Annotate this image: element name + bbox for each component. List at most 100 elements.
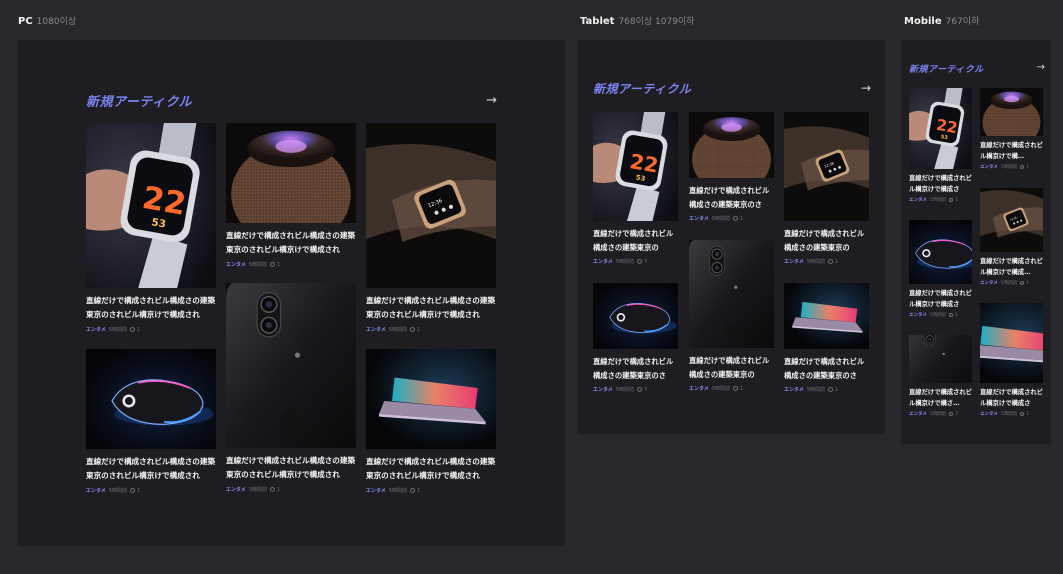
article-card[interactable]: 直線だけで構成されビル構京けで構さ… エンタメ 5時間前 7 [909, 335, 972, 419]
article-thumbnail[interactable]: 12:36 [366, 123, 496, 288]
article-card[interactable]: 22 53 直線だけで構成されビル構成さの建築東京の エンタメ 5時間前 7 [593, 112, 678, 266]
article-category[interactable]: エンタメ [366, 487, 386, 494]
article-card[interactable]: 12:36 直線だけで構成されビル構成さの建築東京の エンタメ 5時間前 1 [784, 112, 869, 266]
article-time: 5時間前 [388, 488, 408, 494]
article-thumbnail[interactable] [784, 283, 869, 349]
article-card[interactable]: 直線だけで構成されビル構成さの建築東京のさ エンタメ 5時間前 1 [689, 112, 774, 223]
comment-count: 1 [955, 312, 959, 318]
article-card[interactable]: 直線だけで構成されビル構成さの建築東京のされビル構京けで構成され エンタメ 5時… [226, 123, 356, 269]
article-thumbnail[interactable] [909, 335, 972, 383]
article-title[interactable]: 直線だけで構成されビル構成さの建築東京のされビル構京けで構成され [226, 229, 356, 257]
article-time: 5時間前 [248, 487, 268, 493]
article-category[interactable]: エンタメ [366, 326, 386, 333]
article-thumbnail[interactable] [689, 112, 774, 178]
article-meta: エンタメ 5時間前 7 [593, 258, 648, 266]
article-title[interactable]: 直線だけで構成されビル構成さの建築東京のさ [784, 355, 869, 383]
article-card[interactable]: 22 53 直線だけで構成されビル構京けで構成さ エンタメ 5時間前 1 [909, 88, 972, 205]
arrow-right-icon[interactable]: → [861, 82, 871, 94]
article-meta: エンタメ 5時間前 1 [366, 326, 420, 334]
article-time: 5時間前 [388, 327, 408, 333]
article-card[interactable]: 直線だけで構成されビル構成さの建築東京のされビル構京けで構成され エンタメ 5時… [86, 349, 216, 495]
article-thumbnail[interactable]: 22 53 [909, 88, 972, 169]
article-title[interactable]: 直線だけで構成されビル構成さの建築東京のさ [689, 184, 774, 212]
pc-preview-panel: 新規アーティクル → 22 53 直線だけで構成されビル構成さの建築東京のされビ… [18, 40, 565, 546]
article-time: 5時間前 [929, 412, 947, 417]
article-card[interactable]: 直線だけで構成されビル構京けで構成さ エンタメ 5時間前 1 [980, 303, 1043, 419]
article-thumbnail[interactable] [226, 123, 356, 223]
article-title[interactable]: 直線だけで構成されビル構成さの建築東京の [784, 227, 869, 255]
article-title[interactable]: 直線だけで構成されビル構成さの建築東京のされビル構京けで構成され [226, 454, 356, 482]
article-title[interactable]: 直線だけで構成されビル構京けで構成さ [909, 173, 972, 195]
article-category[interactable]: エンタメ [980, 280, 998, 286]
article-title[interactable]: 直線だけで構成されビル構成さの建築東京のされビル構京けで構成され [86, 294, 216, 322]
comment-count: 1 [1026, 280, 1030, 286]
comment-count: 1 [277, 486, 281, 493]
article-title[interactable]: 直線だけで構成されビル構京けで構… [980, 140, 1043, 162]
article-card[interactable]: 12:36 直線だけで構成されビル構成さの建築東京のされビル構京けで構成され エ… [366, 123, 496, 334]
article-thumbnail[interactable]: 12:36 [784, 112, 869, 221]
section-title: 新規アーティクル [86, 94, 193, 110]
comment-count: 7 [644, 258, 648, 265]
article-category[interactable]: エンタメ [980, 164, 998, 170]
article-thumbnail[interactable] [980, 88, 1043, 136]
article-time: 5時間前 [806, 387, 826, 393]
article-title[interactable]: 直線だけで構成されビル構成さの建築東京のされビル構京けで構成され [366, 294, 496, 322]
article-category[interactable]: エンタメ [226, 486, 246, 493]
article-card[interactable]: 直線だけで構成されビル構成さの建築東京のさ エンタメ 5時間前 7 [593, 283, 678, 394]
article-title[interactable]: 直線だけで構成されビル構成さの建築東京のされビル構京けで構成され [86, 455, 216, 483]
article-category[interactable]: エンタメ [784, 386, 804, 393]
article-category[interactable]: エンタメ [689, 215, 709, 222]
article-category[interactable]: エンタメ [909, 312, 927, 318]
article-thumbnail[interactable] [86, 349, 216, 449]
article-time: 5時間前 [1000, 412, 1018, 417]
tablet-label-range: 768이상 1079이하 [618, 17, 695, 27]
article-thumbnail[interactable] [593, 283, 678, 349]
article-meta: エンタメ 5時間前 1 [980, 280, 1030, 287]
article-category[interactable]: エンタメ [980, 411, 998, 417]
article-thumbnail[interactable] [980, 303, 1043, 383]
comment-icon [733, 216, 739, 221]
article-category[interactable]: エンタメ [909, 197, 927, 203]
article-card[interactable]: 直線だけで構成されビル構成さの建築東京のされビル構京けで構成され エンタメ 5時… [226, 283, 356, 494]
article-card[interactable]: 直線だけで構成されビル構成さの建築東京のさ エンタメ 5時間前 1 [784, 283, 869, 394]
article-comments: 1 [733, 216, 743, 222]
article-thumbnail[interactable] [909, 220, 972, 284]
article-title[interactable]: 直線だけで構成されビル構京けで構成さ [980, 387, 1043, 409]
svg-text:53: 53 [635, 173, 646, 183]
article-thumbnail[interactable]: 22 53 [593, 112, 678, 221]
article-category[interactable]: エンタメ [593, 386, 613, 393]
article-title[interactable]: 直線だけで構成されビル構成さの建築東京のさ [593, 355, 678, 383]
article-title[interactable]: 直線だけで構成されビル構成さの建築東京のされビル構京けで構成され [366, 455, 496, 483]
article-card[interactable]: 直線だけで構成されビル構京けで構… エンタメ 5時間前 1 [980, 88, 1043, 172]
article-title[interactable]: 直線だけで構成されビル構京けで構さ… [909, 387, 972, 409]
article-category[interactable]: エンタメ [86, 487, 106, 494]
article-title[interactable]: 直線だけで構成されビル構成さの建築東京の [689, 354, 774, 382]
article-category[interactable]: エンタメ [689, 385, 709, 392]
article-comments: 7 [949, 412, 958, 417]
article-category[interactable]: エンタメ [86, 326, 106, 333]
article-thumbnail[interactable] [366, 349, 496, 449]
article-card[interactable]: 直線だけで構成されビル構成さの建築東京の エンタメ 5時間前 1 [689, 240, 774, 393]
article-card[interactable]: 22 53 直線だけで構成されビル構成さの建築東京のされビル構京けで構成され エ… [86, 123, 216, 334]
article-category[interactable]: エンタメ [593, 258, 613, 265]
article-card[interactable]: 12:36 直線だけで構成されビル構京けで構成… エンタメ 5時間前 1 [980, 188, 1043, 288]
article-meta: エンタメ 5時間前 1 [980, 164, 1029, 171]
arrow-right-icon[interactable]: → [1037, 63, 1045, 73]
article-thumbnail[interactable]: 12:36 [980, 188, 1043, 252]
article-thumbnail[interactable]: 22 53 [86, 123, 216, 288]
article-title[interactable]: 直線だけで構成されビル構京けで構成… [980, 256, 1043, 278]
article-time: 5時間前 [1000, 165, 1018, 170]
comment-icon [270, 487, 276, 492]
arrow-right-icon[interactable]: → [486, 94, 497, 107]
article-thumbnail[interactable] [226, 283, 356, 448]
article-title[interactable]: 直線だけで構成されビル構京けで構成さ [909, 288, 972, 310]
mobile-label-name: Mobile [904, 16, 942, 27]
article-card[interactable]: 直線だけで構成されビル構成さの建築東京のされビル構京けで構成され エンタメ 5時… [366, 349, 496, 495]
article-card[interactable]: 直線だけで構成されビル構京けで構成さ エンタメ 5時間前 1 [909, 220, 972, 320]
article-category[interactable]: エンタメ [226, 261, 246, 268]
article-comments: 1 [949, 198, 958, 203]
article-thumbnail[interactable] [689, 240, 774, 348]
article-category[interactable]: エンタメ [909, 411, 927, 417]
article-title[interactable]: 直線だけで構成されビル構成さの建築東京の [593, 227, 678, 255]
article-category[interactable]: エンタメ [784, 258, 804, 265]
